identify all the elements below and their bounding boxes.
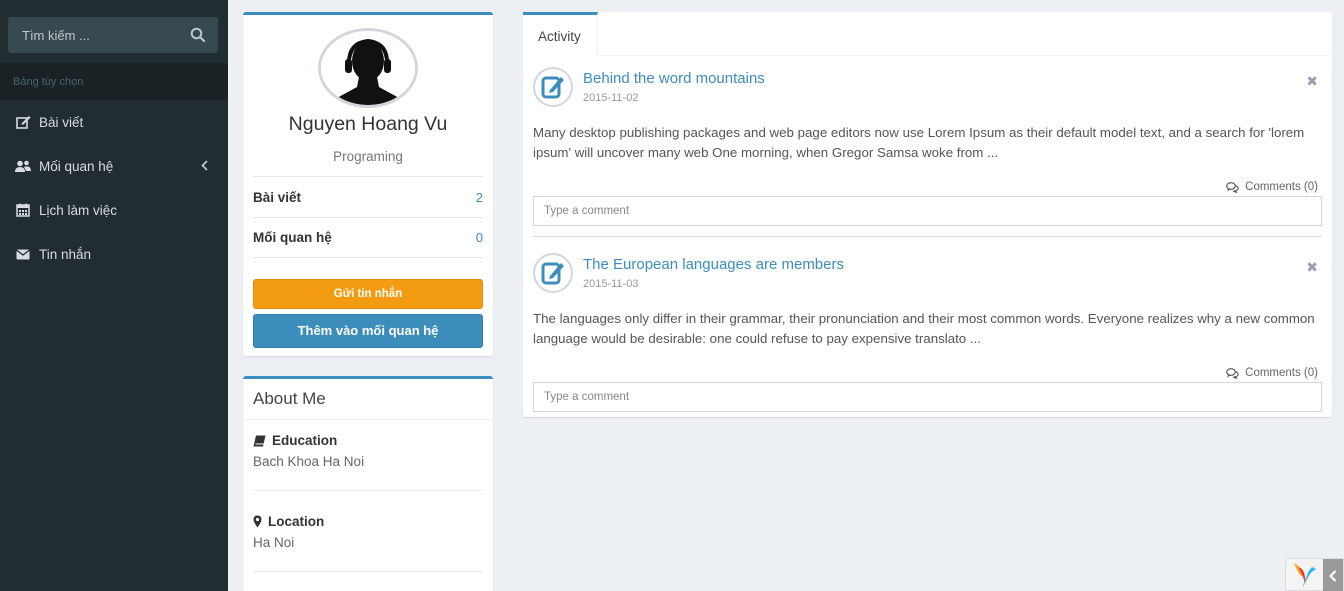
post-title[interactable]: The European languages are members [583,256,844,273]
post-date: 2015-11-03 [583,278,639,290]
send-message-button[interactable]: Gửi tin nhắn [253,279,483,309]
post-author-avatar [533,253,573,293]
about-card: About Me Education Bach Khoa Ha Noi Loca… [243,376,493,591]
sidebar-item-label: Bài viết [39,114,84,130]
location-label: Location [268,514,325,529]
activity-panel: Activity Behind the word mountains 2015-… [523,12,1332,417]
post-author-avatar [533,67,573,107]
comment-input[interactable] [533,196,1322,226]
sidebar-item-posts[interactable]: Bài viết [0,100,228,144]
sidebar-menu: Bài viết Mối quan hệ Lịch làm việc Tin n… [0,100,228,276]
sidebar-header: Bảng tùy chọn [0,63,228,100]
users-icon [15,159,31,173]
profile-name: Nguyen Hoang Vu [288,113,448,135]
comments-label: Comments (0) [1245,367,1318,379]
location-value: Ha Noi [253,535,295,550]
comments-icon [1226,181,1239,193]
search-input[interactable] [8,17,188,53]
divider [253,490,483,491]
sidebar-search [8,17,218,53]
map-marker-icon [253,515,262,528]
stat-row-relations: Mối quan hệ 0 [253,217,483,258]
profile-stats: Bài viết 2 Mối quan hệ 0 [253,176,483,258]
sidebar-item-label: Tin nhắn [39,246,92,262]
chevron-left-icon[interactable] [1323,559,1343,591]
profile-role: Programing [333,149,403,164]
stat-value[interactable]: 0 [476,230,483,245]
divider [533,236,1322,237]
comments-link[interactable]: Comments (0) [1226,181,1318,193]
book-icon [253,435,266,447]
comments-link[interactable]: Comments (0) [1226,367,1318,379]
search-icon[interactable] [190,27,206,43]
education-value: Bach Khoa Ha Noi [253,454,365,469]
comments-label: Comments (0) [1245,181,1318,193]
chevron-left-icon [201,159,208,174]
stat-value[interactable]: 2 [476,190,483,205]
post-text: Many desktop publishing packages and web… [533,125,1305,160]
stat-label: Bài viết [253,189,302,205]
profile-avatar [318,28,418,108]
post-title[interactable]: Behind the word mountains [583,70,765,87]
sidebar-item-label: Lịch làm việc [39,202,118,218]
calendar-icon [15,203,31,217]
profile-card: Nguyen Hoang Vu Programing Bài viết 2 Mố… [243,12,493,356]
tab-bar: Activity [523,12,1332,56]
add-relation-button[interactable]: Thêm vào mối quan hệ [253,314,483,348]
stat-label: Mối quan hệ [253,230,332,245]
sidebar-item-schedule[interactable]: Lịch làm việc [0,188,228,232]
sidebar-item-relations[interactable]: Mối quan hệ [0,144,228,188]
debug-toolbar[interactable] [1285,558,1344,591]
education-label: Education [272,433,338,448]
sidebar: Bảng tùy chọn Bài viết Mối quan hệ Lịch … [0,0,228,591]
divider [253,571,483,572]
location-section: Location Ha Noi [253,514,483,550]
close-icon[interactable]: ✖ [1306,259,1318,276]
comment-input[interactable] [533,382,1322,412]
framework-logo-icon [1290,561,1322,591]
sidebar-item-label: Mối quan hệ [39,158,114,174]
envelope-icon [15,247,31,261]
divider [243,419,493,420]
post-date: 2015-11-02 [583,92,639,104]
comments-icon [1226,367,1239,379]
sidebar-item-messages[interactable]: Tin nhắn [0,232,228,276]
post-text: The languages only differ in their gramm… [533,311,1315,346]
edit-icon [15,115,31,129]
tab-activity[interactable]: Activity [523,12,598,56]
close-icon[interactable]: ✖ [1306,73,1318,90]
education-section: Education Bach Khoa Ha Noi [253,433,483,469]
stat-row-posts: Bài viết 2 [253,176,483,217]
about-title: About Me [253,389,326,408]
